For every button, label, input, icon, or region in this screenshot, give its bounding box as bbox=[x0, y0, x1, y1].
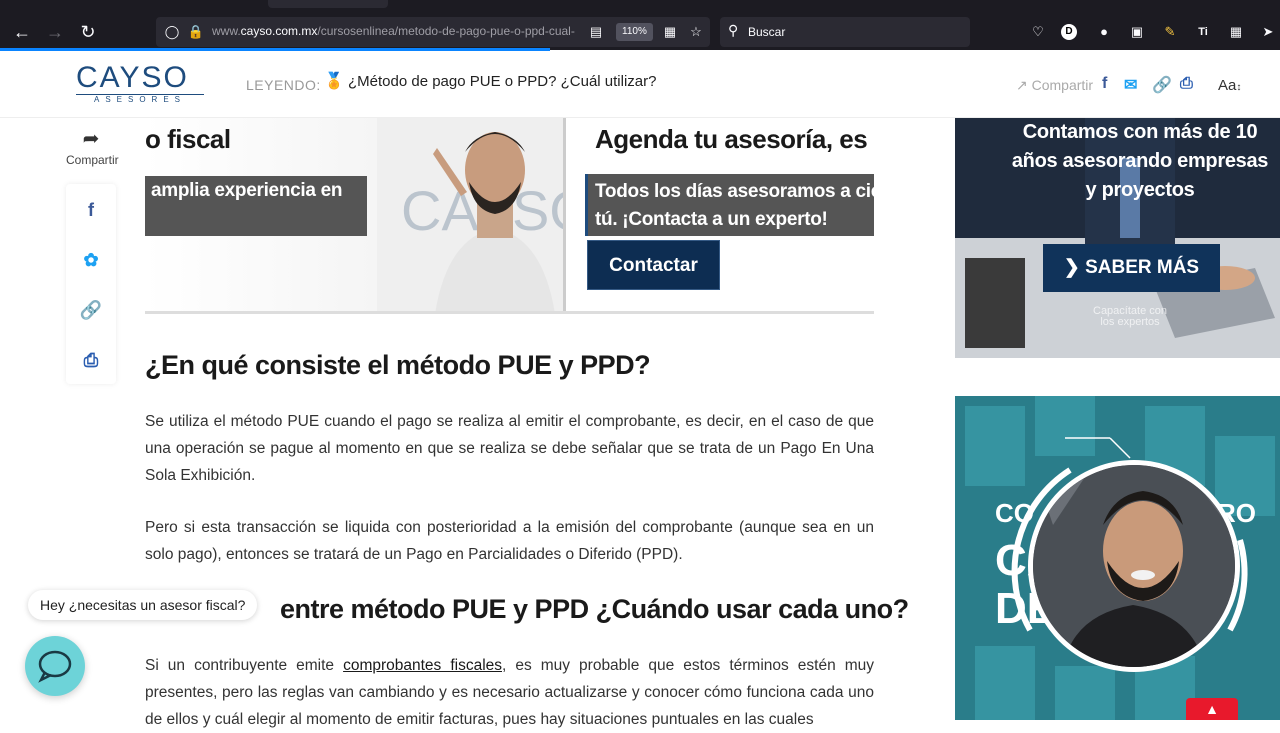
search-input[interactable]: ⚲ Buscar bbox=[720, 17, 970, 47]
article-paragraph-3: Si un contribuyente emite comprobantes f… bbox=[145, 652, 874, 733]
share-top[interactable]: ➦ Compartir bbox=[66, 126, 119, 167]
banner-right-box-accent bbox=[585, 174, 588, 236]
zoom-badge[interactable]: 110% bbox=[616, 23, 653, 41]
comprobantes-fiscales-link[interactable]: comprobantes fiscales bbox=[343, 657, 502, 674]
paragraph-3-text-before: Si un contribuyente emite bbox=[145, 657, 344, 674]
banner-left-box: amplia experiencia en bbox=[145, 176, 367, 236]
reading-label: LEYENDO: bbox=[246, 77, 321, 93]
logo-main-text: CAYSO bbox=[76, 61, 189, 94]
cayso-logo[interactable]: CAYSO ASESORES bbox=[76, 63, 204, 104]
contact-button[interactable]: Contactar bbox=[587, 240, 720, 290]
shield-icon[interactable]: ◯ bbox=[162, 22, 182, 42]
presenter-photo bbox=[1033, 465, 1235, 667]
back-icon[interactable]: ← bbox=[10, 20, 34, 44]
extension-ti-icon[interactable]: Ti bbox=[1193, 22, 1213, 42]
url-text[interactable]: www.cayso.com.mx/cursosenlinea/metodo-de… bbox=[212, 24, 578, 38]
tab-strip bbox=[0, 0, 1280, 12]
ad1-small-text: Capacítate con los expertos bbox=[1093, 305, 1167, 328]
share-print-icon[interactable]: ⎙ bbox=[66, 350, 116, 371]
font-size-arrows-icon: ↕ bbox=[1236, 82, 1242, 93]
article-paragraph-2: Pero si esta transacción se liquida con … bbox=[145, 519, 874, 563]
medal-icon: 🏅 bbox=[324, 73, 344, 90]
banner-right-box: Todos los días asesoramos a cie tú. ¡Con… bbox=[585, 174, 874, 236]
font-size-label: Aa bbox=[1218, 77, 1237, 94]
saber-mas-button[interactable]: ❯ SABER MÁS bbox=[1043, 244, 1220, 292]
scroll-to-top-button[interactable]: ▲ bbox=[1186, 698, 1238, 720]
print-icon[interactable]: ⎙ bbox=[1180, 75, 1193, 93]
saber-mas-label: SABER MÁS bbox=[1085, 257, 1200, 278]
browser-toolbar: ← → ↻ ◯ 🔒 www.cayso.com.mx/cursosenlinea… bbox=[0, 0, 1280, 51]
chat-button[interactable] bbox=[25, 636, 85, 696]
link-icon[interactable]: 🔗 bbox=[1152, 75, 1172, 95]
ad1-headline: Contamos con más de 10 años asesorando e… bbox=[1011, 121, 1269, 201]
article-heading-pue-ppd: ¿En qué consiste el método PUE y PPD? bbox=[145, 350, 651, 380]
presenter-webcam bbox=[1028, 460, 1240, 672]
sidebar-ad-experience[interactable]: Contamos con más de 10 años asesorando e… bbox=[955, 118, 1280, 358]
banner-divider bbox=[563, 118, 566, 311]
reader-view-icon[interactable]: ▤ bbox=[586, 22, 606, 42]
article-paragraph-1: Se utiliza el método PUE cuando el pago … bbox=[145, 413, 874, 484]
active-tab[interactable] bbox=[268, 0, 388, 8]
url-prefix: www. bbox=[212, 24, 241, 38]
twitter-icon[interactable]: ✉ bbox=[1124, 75, 1137, 95]
advisor-photo: CAYSO bbox=[377, 118, 563, 311]
font-size-toggle[interactable]: Aa↕ bbox=[1218, 77, 1241, 94]
share-link-icon[interactable]: 🔗 bbox=[66, 300, 116, 321]
search-placeholder: Buscar bbox=[748, 25, 786, 39]
chat-prompt-bubble[interactable]: Hey ¿necesitas un asesor fiscal? bbox=[28, 590, 258, 620]
url-bar[interactable]: ◯ 🔒 www.cayso.com.mx/cursosenlinea/metod… bbox=[156, 17, 710, 47]
logo-sub-text: ASESORES bbox=[76, 94, 204, 104]
search-icon: ⚲ bbox=[728, 22, 739, 38]
profile-icon[interactable]: D bbox=[1061, 24, 1077, 40]
url-domain: cayso.com.mx bbox=[240, 24, 318, 38]
share-list: f ✿ 🔗 ⎙ bbox=[66, 184, 116, 384]
banner-left-heading: o fiscal bbox=[145, 124, 231, 154]
pocket-icon[interactable]: ♡ bbox=[1028, 22, 1048, 42]
facebook-icon[interactable]: f bbox=[1102, 75, 1107, 93]
article-heading-differences: entre método PUE y PPD ¿Cuándo usar cada… bbox=[280, 594, 909, 624]
banner-right-heading: Agenda tu asesoría, es m bbox=[595, 124, 874, 154]
chat-bubble-icon bbox=[38, 650, 72, 683]
promo-banner: o fiscal amplia experiencia en CAYSO Age… bbox=[145, 118, 874, 314]
extensions-grid-icon[interactable]: ▦ bbox=[1226, 22, 1246, 42]
share-icon: ➦ bbox=[82, 128, 100, 150]
grid-icon[interactable]: ▦ bbox=[660, 22, 680, 42]
extension-box-icon[interactable]: ▣ bbox=[1127, 22, 1147, 42]
reload-icon[interactable]: ↻ bbox=[76, 20, 100, 44]
share-facebook-icon[interactable]: f bbox=[66, 200, 116, 221]
forward-icon[interactable]: → bbox=[43, 20, 67, 44]
bookmark-star-icon[interactable]: ☆ bbox=[686, 22, 706, 42]
share-twitter-icon[interactable]: ✿ bbox=[66, 250, 116, 271]
banner-right-box-line2: tú. ¡Contacta a un experto! bbox=[595, 209, 828, 230]
share-label: Compartir bbox=[66, 153, 119, 167]
extension-arrow-icon[interactable]: ➤ bbox=[1258, 22, 1278, 42]
extension-people-icon[interactable]: ● bbox=[1094, 22, 1114, 42]
url-path: /cursosenlinea/metodo-de-pago-pue-o-ppd-… bbox=[317, 24, 575, 38]
header-share-label: Compartir bbox=[1031, 77, 1094, 93]
share-sidebar: ➦ Compartir f ✿ 🔗 ⎙ bbox=[66, 118, 119, 386]
extension-pencil-icon[interactable]: ✎ bbox=[1160, 22, 1180, 42]
reading-title: ¿Método de pago PUE o PPD? ¿Cuál utiliza… bbox=[348, 73, 657, 90]
site-header: CAYSO ASESORES LEYENDO: 🏅 ¿Método de pag… bbox=[0, 51, 1280, 118]
lock-icon[interactable]: 🔒 bbox=[186, 22, 206, 42]
header-share[interactable]: ↗ Compartir bbox=[1016, 77, 1093, 94]
banner-right-box-line1: Todos los días asesoramos a cie bbox=[595, 181, 874, 202]
